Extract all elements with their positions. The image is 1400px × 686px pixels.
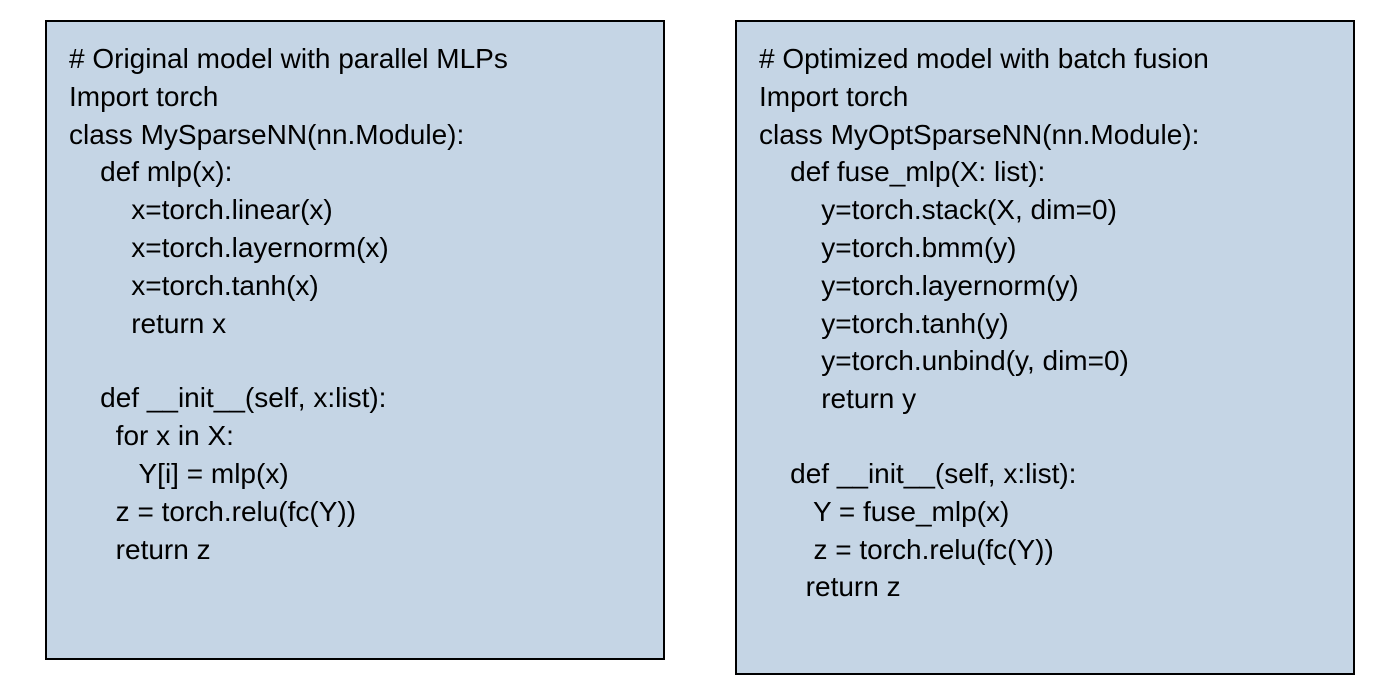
code-line: Y[i] = mlp(x) [69,455,641,493]
code-content-right: # Optimized model with batch fusionImpor… [759,40,1331,606]
code-line: return z [759,568,1331,606]
code-line: return x [69,305,641,343]
code-line: x=torch.linear(x) [69,191,641,229]
code-line: Import torch [69,78,641,116]
code-line: for x in X: [69,417,641,455]
code-line: def fuse_mlp(X: list): [759,153,1331,191]
code-line: y=torch.layernorm(y) [759,267,1331,305]
code-line: y=torch.stack(X, dim=0) [759,191,1331,229]
code-line: return y [759,380,1331,418]
code-line: Y = fuse_mlp(x) [759,493,1331,531]
code-line: def __init__(self, x:list): [69,379,641,417]
blank-line [69,342,641,379]
code-line: y=torch.bmm(y) [759,229,1331,267]
code-line: z = torch.relu(fc(Y)) [69,493,641,531]
code-line: return z [69,531,641,569]
code-line: y=torch.tanh(y) [759,305,1331,343]
code-line: Import torch [759,78,1331,116]
code-line: x=torch.layernorm(x) [69,229,641,267]
code-line: y=torch.unbind(y, dim=0) [759,342,1331,380]
code-line: # Original model with parallel MLPs [69,40,641,78]
code-box-optimized: # Optimized model with batch fusionImpor… [735,20,1355,675]
code-line: class MyOptSparseNN(nn.Module): [759,116,1331,154]
code-line: z = torch.relu(fc(Y)) [759,531,1331,569]
code-line: x=torch.tanh(x) [69,267,641,305]
code-box-original: # Original model with parallel MLPsImpor… [45,20,665,660]
code-line: class MySparseNN(nn.Module): [69,116,641,154]
code-line: def mlp(x): [69,153,641,191]
code-content-left: # Original model with parallel MLPsImpor… [69,40,641,568]
code-line: # Optimized model with batch fusion [759,40,1331,78]
code-line: def __init__(self, x:list): [759,455,1331,493]
blank-line [759,418,1331,455]
